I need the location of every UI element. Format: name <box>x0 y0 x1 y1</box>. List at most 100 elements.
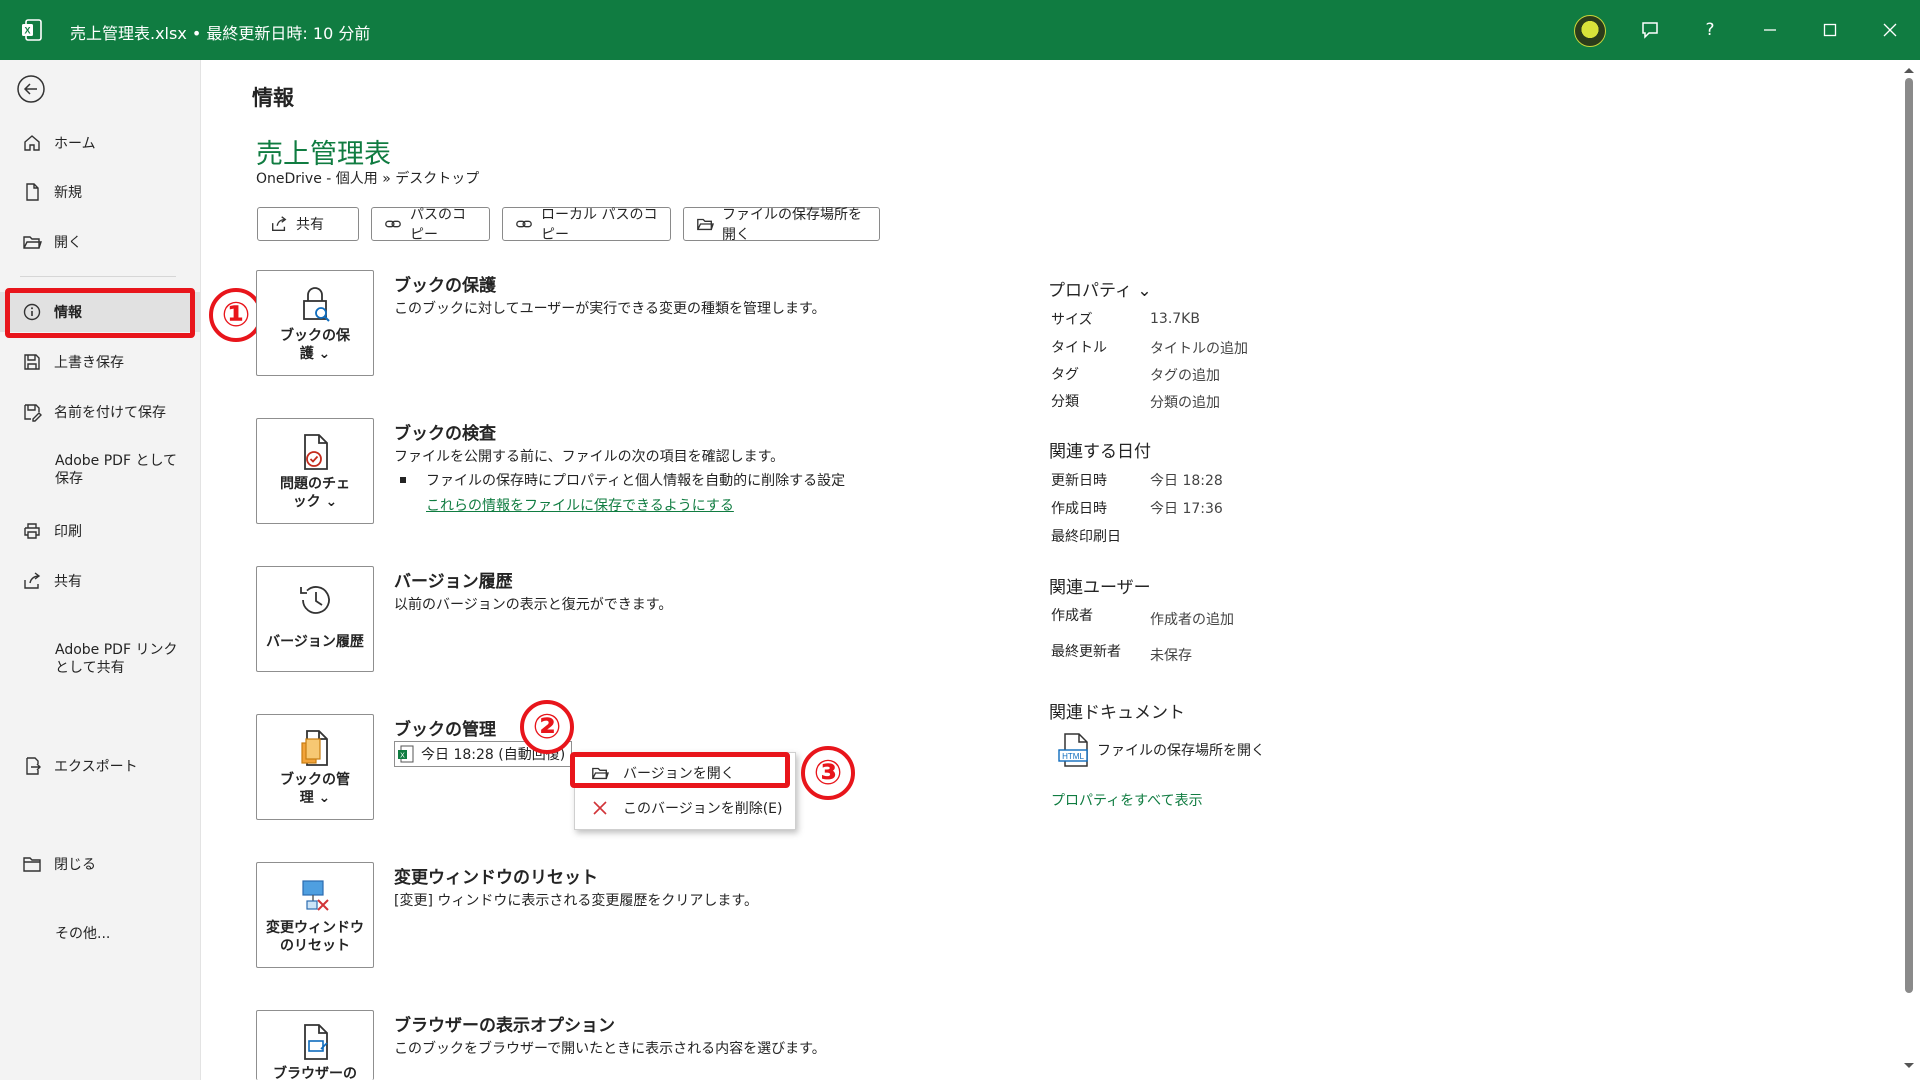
maximize-icon <box>1823 23 1837 37</box>
window-title: 売上管理表.xlsx • 最終更新日時: 10 分前 <box>70 24 371 43</box>
scroll-up-icon[interactable] <box>1903 66 1915 74</box>
sidebar-item-open[interactable]: 開く <box>0 222 200 262</box>
manage-workbook-icon <box>297 727 333 767</box>
sidebar-item-save-as[interactable]: 名前を付けて保存 <box>0 392 200 432</box>
author-label: 作成者 <box>1051 608 1093 624</box>
lock-icon <box>297 283 333 323</box>
related-dates-heading: 関連する日付 <box>1049 442 1151 462</box>
save-icon <box>20 350 44 374</box>
prop-tag-label: タグ <box>1051 367 1079 383</box>
new-file-icon <box>20 180 44 204</box>
show-all-properties-link[interactable]: プロパティをすべて表示 <box>1051 790 1203 810</box>
back-button[interactable] <box>16 74 46 104</box>
feedback-icon <box>1642 22 1658 39</box>
browser-description: このブックをブラウザーで開いたときに表示される内容を選びます。 <box>394 1041 826 1057</box>
title-bar: X 売上管理表.xlsx • 最終更新日時: 10 分前 ? <box>0 0 1920 60</box>
home-icon <box>20 131 44 155</box>
annotation-box-open-version <box>570 752 790 788</box>
prop-category-value[interactable]: 分類の追加 <box>1150 392 1220 412</box>
prop-size-label: サイズ <box>1051 312 1093 328</box>
scroll-down-icon[interactable] <box>1903 1062 1915 1070</box>
modified-value: 今日 18:28 <box>1150 473 1223 489</box>
minimize-button[interactable] <box>1740 0 1800 60</box>
check-issues-button[interactable]: 問題のチェック ⌄ <box>256 418 374 524</box>
delete-version-menu-item[interactable]: このバージョンを削除(E) <box>575 791 795 825</box>
html-file-icon: HTML <box>1058 733 1088 767</box>
delete-icon <box>591 799 611 817</box>
svg-text:X: X <box>24 26 30 36</box>
close-icon <box>1883 23 1897 37</box>
scrollbar-thumb[interactable] <box>1905 78 1913 993</box>
properties-dropdown[interactable]: プロパティ ⌄ <box>1048 276 1152 301</box>
prop-category-label: 分類 <box>1051 394 1079 410</box>
history-title: バージョン履歴 <box>394 572 513 592</box>
folder-open-icon <box>696 215 714 233</box>
sidebar-item-save[interactable]: 上書き保存 <box>0 342 200 382</box>
sidebar-item-adobe-pdf-save[interactable]: Adobe PDF として保存 <box>0 452 200 506</box>
protect-title: ブックの保護 <box>394 276 496 296</box>
sidebar-item-more[interactable]: その他... <box>0 913 200 953</box>
version-history-button[interactable]: バージョン履歴 <box>256 566 374 672</box>
back-arrow-icon <box>17 75 45 103</box>
print-icon <box>20 519 44 543</box>
sidebar-item-export[interactable]: エクスポート <box>0 746 200 786</box>
annotation-marker-2: ② <box>520 700 574 754</box>
minimize-icon <box>1764 29 1776 31</box>
svg-text:HTML: HTML <box>1062 752 1084 761</box>
prop-size-value: 13.7KB <box>1150 311 1200 327</box>
document-title: 売上管理表 <box>256 139 391 170</box>
created-label: 作成日時 <box>1051 501 1107 517</box>
feedback-button[interactable] <box>1620 0 1680 60</box>
annotation-marker-3: ③ <box>801 746 855 800</box>
history-icon <box>296 579 334 619</box>
inspect-description: ファイルを公開する前に、ファイルの次の項目を確認します。 <box>394 449 785 465</box>
link-icon <box>515 215 533 233</box>
excel-file-icon: X <box>398 745 414 763</box>
browser-view-icon <box>297 1023 333 1061</box>
excel-app-icon: X <box>22 19 42 41</box>
reset-title: 変更ウィンドウのリセット <box>394 868 598 888</box>
browser-options-button[interactable]: ブラウザーの <box>256 1010 374 1082</box>
maximize-button[interactable] <box>1800 0 1860 60</box>
open-file-location-link[interactable]: HTML ファイルの保存場所を開く <box>1057 732 1265 768</box>
svg-text:X: X <box>400 753 405 760</box>
sidebar-divider <box>20 276 176 277</box>
sidebar-item-new[interactable]: 新規 <box>0 172 200 212</box>
prop-title-label: タイトル <box>1051 340 1107 356</box>
protect-workbook-button[interactable]: ブックの保護 ⌄ <box>256 270 374 376</box>
document-check-icon <box>297 431 333 471</box>
sidebar-item-home[interactable]: ホーム <box>0 123 200 163</box>
reset-change-window-button[interactable]: 変更ウィンドウのリセット <box>256 862 374 968</box>
page-title: 情報 <box>252 86 294 110</box>
inspect-title: ブックの検査 <box>394 424 496 444</box>
related-documents-heading: 関連ドキュメント <box>1049 703 1185 723</box>
link-icon <box>384 215 402 233</box>
sidebar-item-close[interactable]: 閉じる <box>0 844 200 884</box>
annotation-marker-1: ① <box>209 288 263 342</box>
user-avatar[interactable] <box>1574 15 1606 47</box>
share-icon <box>270 215 288 233</box>
share-button[interactable]: 共有 <box>257 207 359 241</box>
history-description: 以前のバージョンの表示と復元ができます。 <box>394 597 673 613</box>
sidebar-item-share[interactable]: 共有 <box>0 561 200 601</box>
help-button[interactable]: ? <box>1680 0 1740 60</box>
sidebar-item-print[interactable]: 印刷 <box>0 511 200 551</box>
inspect-bullet: ファイルの保存時にプロパティと個人情報を自動的に削除する設定 <box>400 470 845 490</box>
manage-workbook-button[interactable]: ブックの管理 ⌄ <box>256 714 374 820</box>
last-printed-label: 最終印刷日 <box>1051 529 1121 545</box>
folder-open-icon <box>20 230 44 254</box>
reset-description: [変更] ウィンドウに表示される変更履歴をクリアします。 <box>394 893 758 909</box>
help-icon: ? <box>1705 20 1715 40</box>
sidebar-item-adobe-pdf-link[interactable]: Adobe PDF リンクとして共有 <box>0 641 200 695</box>
prop-tag-value[interactable]: タグの追加 <box>1150 365 1220 385</box>
prop-title-value[interactable]: タイトルの追加 <box>1150 338 1248 358</box>
related-users-heading: 関連ユーザー <box>1049 578 1151 598</box>
copy-local-path-button[interactable]: ローカル パスのコピー <box>502 207 671 243</box>
protect-description: このブックに対してユーザーが実行できる変更の種類を管理します。 <box>394 301 826 317</box>
allow-save-info-link[interactable]: これらの情報をファイルに保存できるようにする <box>426 495 734 515</box>
copy-path-button[interactable]: パスのコピー <box>371 207 490 243</box>
close-window-button[interactable] <box>1860 0 1920 60</box>
open-file-location-button[interactable]: ファイルの保存場所を開く <box>683 207 880 243</box>
export-icon <box>20 754 44 778</box>
author-value[interactable]: 作成者の追加 <box>1150 609 1234 629</box>
